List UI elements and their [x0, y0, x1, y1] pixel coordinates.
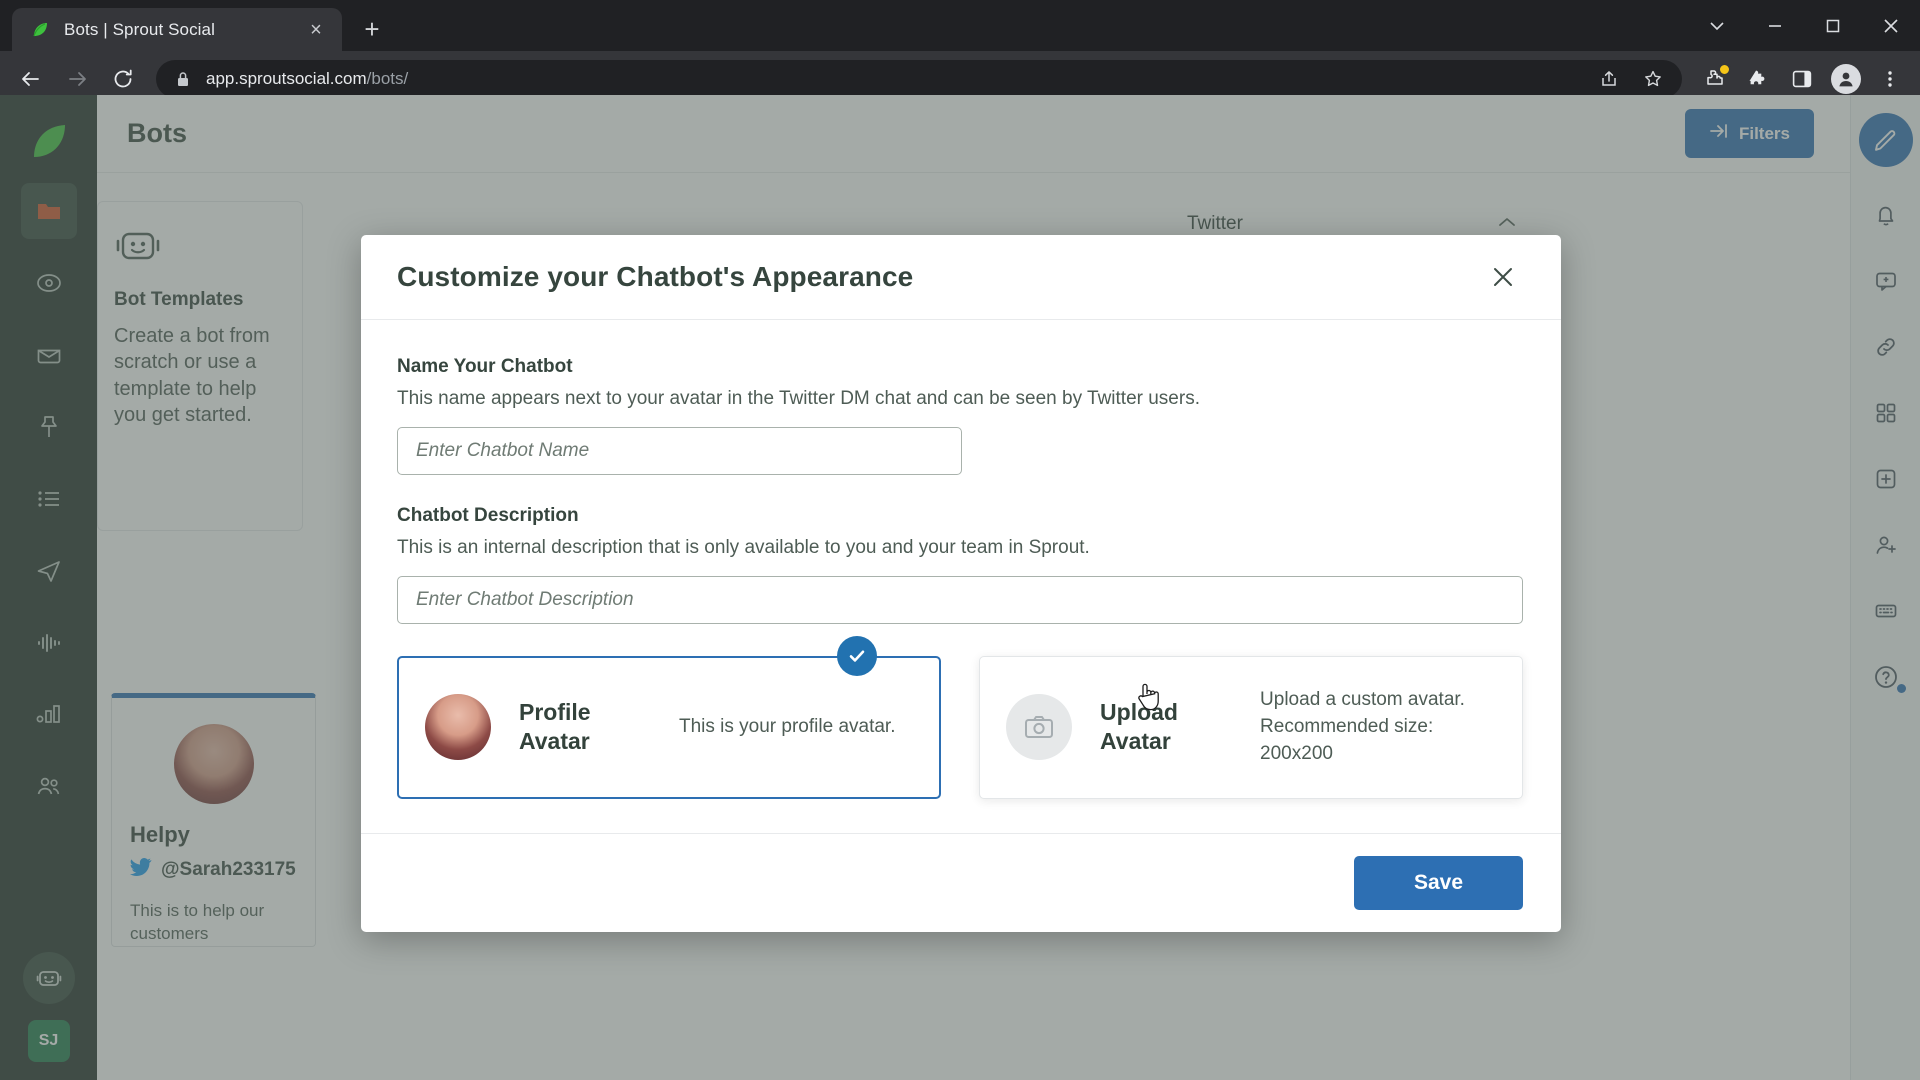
avatar [1831, 64, 1861, 94]
address-bar[interactable]: app.sproutsocial.com/bots/ [156, 60, 1682, 98]
tab-strip: Bots | Sprout Social × + [0, 0, 1920, 51]
url-path: /bots/ [366, 69, 409, 88]
check-icon [837, 636, 877, 676]
avatar-option-profile-name: Profile Avatar [519, 698, 591, 755]
name-field-label: Name Your Chatbot [397, 356, 573, 377]
description-field-help: This is an internal description that is … [397, 537, 1090, 558]
share-icon[interactable] [1594, 64, 1624, 94]
url-text: app.sproutsocial.com/bots/ [206, 69, 1580, 89]
sprout-leaf-icon [30, 20, 50, 40]
avatar-option-upload-name: Upload Avatar [1100, 698, 1178, 755]
modal-title: Customize your Chatbot's Appearance [397, 261, 914, 292]
name-field-help: This name appears next to your avatar in… [397, 388, 1200, 409]
avatar-option-upload[interactable]: Upload Avatar Upload a custom avatar. Re… [979, 656, 1523, 799]
forward-icon[interactable] [56, 58, 98, 100]
window-minimize-icon[interactable] [1746, 0, 1804, 51]
extension-badge [1718, 63, 1731, 76]
url-domain: app.sproutsocial.com [206, 69, 367, 88]
new-tab-button[interactable]: + [352, 9, 392, 49]
modal-body: Name Your Chatbot This name appears next… [361, 320, 1561, 833]
window-maximize-icon[interactable] [1804, 0, 1862, 51]
window-controls [1688, 0, 1920, 51]
extensions-puzzle-icon[interactable] [1694, 59, 1734, 99]
tab-close-icon[interactable]: × [304, 18, 328, 42]
description-field-label: Chatbot Description [397, 505, 579, 526]
more-menu-icon[interactable] [1870, 59, 1910, 99]
avatar-option-profile-description: This is your profile avatar. [679, 715, 896, 737]
chatbot-description-input[interactable]: Enter Chatbot Description [397, 576, 1523, 624]
window-close-icon[interactable] [1862, 0, 1920, 51]
tab-title: Bots | Sprout Social [64, 19, 215, 39]
profile-avatar-icon[interactable] [1826, 59, 1866, 99]
star-icon[interactable] [1638, 64, 1668, 94]
modal-footer: Save [361, 832, 1561, 932]
camera-icon [1006, 694, 1073, 761]
puzzle-piece-icon[interactable] [1738, 59, 1778, 99]
back-icon[interactable] [10, 58, 52, 100]
avatar-option-upload-description: Upload a custom avatar. Recommended size… [1260, 689, 1465, 764]
lock-icon [176, 71, 192, 87]
customize-chatbot-modal: Customize your Chatbot's Appearance Name… [361, 235, 1561, 932]
avatar-options-row: Profile Avatar This is your profile avat… [397, 636, 1523, 833]
chatbot-name-input[interactable]: Enter Chatbot Name [397, 427, 962, 475]
modal-header: Customize your Chatbot's Appearance [361, 235, 1561, 320]
side-panel-icon[interactable] [1782, 59, 1822, 99]
browser-window: Bots | Sprout Social × + app.sproutsocia… [0, 0, 1920, 1080]
save-button[interactable]: Save [1353, 855, 1523, 910]
page-viewport: SJ Bots Filters Bot T [0, 95, 1920, 1080]
profile-photo [425, 694, 491, 761]
mouse-cursor [1135, 681, 1161, 720]
reload-icon[interactable] [102, 58, 144, 100]
window-minimize-all-icon[interactable] [1688, 0, 1746, 51]
avatar-option-profile[interactable]: Profile Avatar This is your profile avat… [397, 656, 942, 799]
close-icon[interactable] [1483, 257, 1523, 297]
browser-tab[interactable]: Bots | Sprout Social × [12, 8, 342, 51]
